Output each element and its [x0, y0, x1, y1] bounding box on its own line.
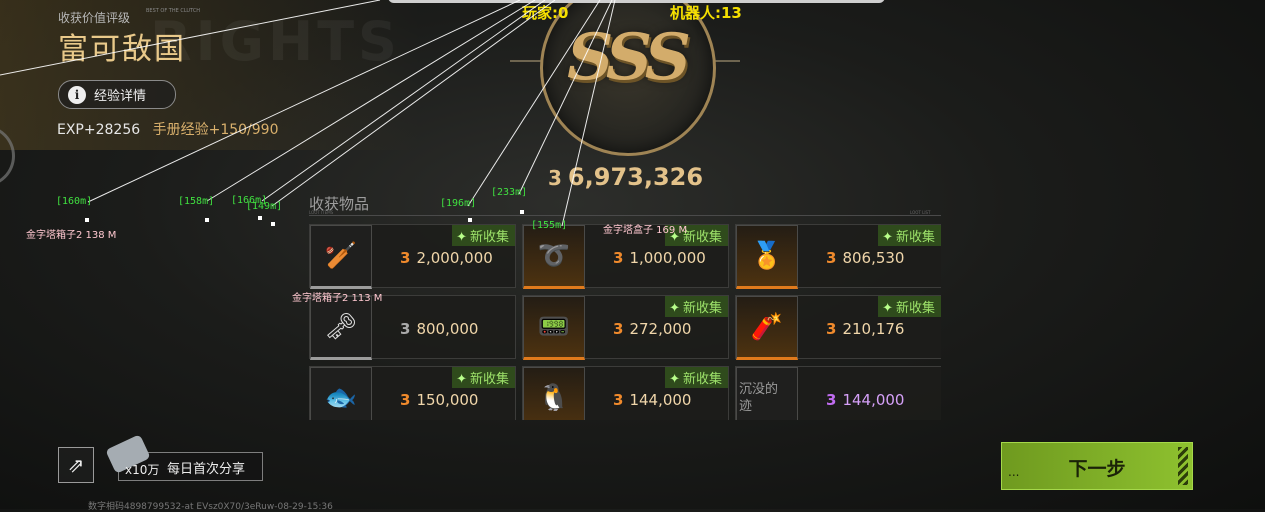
build-info: 数字相码4898799532-at EVsz0X70/3eRuw-08-29-1… — [88, 502, 333, 512]
esp-object-label: 金字塔箱子2 113 M — [292, 293, 383, 304]
esp-marker — [205, 218, 209, 222]
esp-marker — [468, 218, 472, 222]
esp-overlay-lines — [0, 0, 616, 227]
esp-distance: [155m] — [531, 220, 568, 231]
esp-marker — [520, 210, 524, 214]
esp-marker — [85, 218, 89, 222]
esp-distance: [233m] — [491, 187, 528, 198]
esp-distance: [160m] — [56, 196, 93, 207]
esp-marker — [271, 222, 275, 226]
share-label: 每日首次分享 — [167, 462, 246, 477]
esp-object-label: 金字塔盒子 169 M — [603, 225, 688, 236]
share-icon: ⇗ — [67, 453, 85, 477]
daily-share-reward[interactable]: x10万 每日首次分享 — [105, 434, 263, 481]
next-step-label: 下一步 — [1068, 458, 1126, 480]
next-step-button[interactable]: ... 下一步 — [1001, 442, 1193, 490]
share-multiplier: x10万 — [125, 463, 160, 477]
esp-distance: [158m] — [178, 196, 215, 207]
esp-object-label: 金字塔箱子2 138 M — [26, 230, 117, 241]
share-button[interactable]: ⇗ — [58, 447, 94, 483]
stripes-decoration — [1178, 447, 1188, 485]
esp-distance: [149m] — [246, 201, 283, 212]
esp-marker — [258, 216, 262, 220]
esp-distance: [196m] — [440, 198, 477, 209]
